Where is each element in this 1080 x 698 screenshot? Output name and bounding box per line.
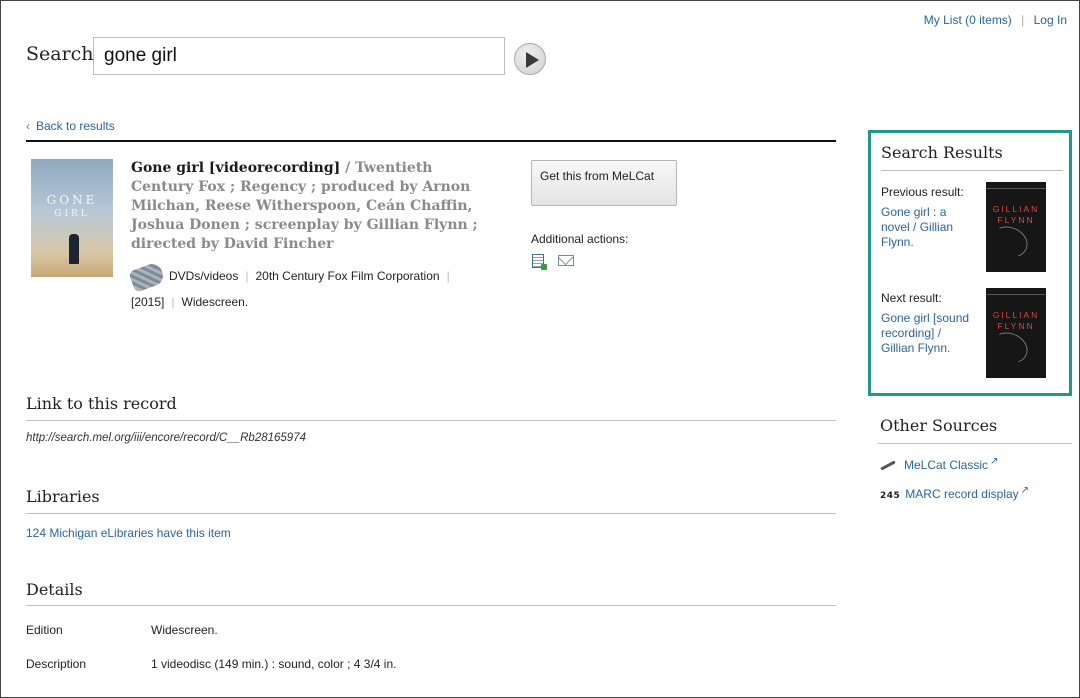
record-title[interactable]: Gone girl [videorecording]: [131, 160, 340, 176]
page: My List (0 items) | Log In Search ‹ Back …: [0, 0, 1080, 698]
next-result-label: Next result:: [881, 291, 942, 305]
link-section-heading: Link to this record: [26, 394, 177, 413]
section-divider: [26, 605, 836, 606]
external-link-icon: ↗: [1020, 485, 1030, 496]
previous-result-label: Previous result:: [881, 185, 964, 199]
additional-actions-icons: [532, 252, 574, 270]
detail-row: Description 1 videodisc (149 min.) : soun…: [26, 657, 396, 671]
libraries-section-heading: Libraries: [26, 487, 100, 506]
feather-icon: [880, 460, 896, 471]
record-title-block: Gone girl [videorecording] / Twentieth C…: [131, 159, 486, 254]
play-arrow-icon: [526, 52, 539, 68]
email-icon[interactable]: [557, 255, 574, 267]
book-author-text: FLYNN: [997, 215, 1035, 225]
main-divider: [26, 140, 836, 142]
search-go-button[interactable]: [514, 43, 546, 75]
section-divider: [878, 443, 1072, 444]
my-list-link[interactable]: My List (0 items): [924, 13, 1012, 27]
detail-row: Edition Widescreen.: [26, 623, 218, 637]
format-separator: |: [245, 269, 249, 283]
chevron-left-icon: ‹: [26, 119, 30, 133]
detail-value: 1 videodisc (149 min.) : sound, color ; …: [151, 657, 397, 671]
top-links-separator: |: [1021, 13, 1025, 27]
back-to-results-label: Back to results: [36, 119, 115, 133]
cover-title-text-2: GIRL: [54, 209, 90, 219]
cover-title-text: GONE: [46, 193, 98, 207]
cover-art: [986, 327, 1032, 369]
marc-record-label: MARC record display: [905, 487, 1019, 501]
record-date: [2015]: [131, 295, 165, 309]
format-separator: |: [171, 295, 175, 309]
search-input[interactable]: [93, 37, 505, 75]
cover-stripe: [986, 188, 1046, 189]
libraries-link[interactable]: 124 Michigan eLibraries have this item: [26, 526, 231, 540]
section-divider: [26, 420, 836, 421]
search-results-panel: Search Results Previous result: Gone gir…: [868, 130, 1072, 396]
record-permalink: http://search.mel.org/iii/encore/record/…: [26, 432, 306, 444]
search-label: Search: [26, 43, 94, 65]
melcat-classic-link[interactable]: MeLCat Classic ↗: [880, 456, 998, 472]
cover-art: [986, 221, 1032, 263]
search-results-title: Search Results: [881, 143, 1003, 162]
additional-actions-label: Additional actions:: [531, 232, 629, 246]
detail-value: Widescreen.: [151, 623, 218, 637]
detail-key: Edition: [26, 623, 63, 637]
detail-key: Description: [26, 657, 87, 671]
top-links: My List (0 items) | Log In: [924, 13, 1067, 27]
dvd-icon: [128, 261, 166, 293]
melcat-classic-label: MeLCat Classic: [904, 458, 989, 472]
other-sources-title: Other Sources: [880, 416, 998, 435]
log-in-link[interactable]: Log In: [1034, 13, 1067, 27]
details-section-heading: Details: [26, 580, 83, 599]
book-author-text: GILLIAN: [992, 204, 1040, 214]
format-separator: |: [446, 269, 450, 283]
add-to-list-icon[interactable]: [532, 253, 547, 270]
record-edition: Widescreen.: [181, 295, 249, 309]
book-author-text: GILLIAN: [992, 310, 1040, 320]
cover-image[interactable]: GONE GIRL: [31, 159, 113, 277]
section-divider: [26, 513, 836, 514]
section-divider: [881, 170, 1063, 171]
cover-stripe: [986, 294, 1046, 295]
marc-245-icon: 245: [880, 491, 901, 501]
external-link-icon: ↗: [990, 456, 999, 467]
back-to-results-link[interactable]: ‹ Back to results: [26, 119, 115, 133]
next-result-cover[interactable]: GILLIAN FLYNN: [986, 288, 1046, 378]
cover-figure: [69, 234, 79, 264]
next-result-link[interactable]: Gone girl [sound recording] / Gillian Fl…: [881, 311, 973, 356]
marc-record-link[interactable]: 245 MARC record display ↗: [880, 485, 1029, 501]
record-format: DVDs/videos: [169, 269, 239, 283]
record-format-row: DVDs/videos | 20th Century Fox Film Corpor…: [128, 261, 501, 315]
previous-result-cover[interactable]: GILLIAN FLYNN: [986, 182, 1046, 272]
previous-result-link[interactable]: Gone girl : a novel / Gillian Flynn.: [881, 205, 973, 250]
book-author-text: FLYNN: [997, 321, 1035, 331]
get-from-melcat-button[interactable]: Get this from MeLCat: [531, 160, 677, 206]
record-publisher: 20th Century Fox Film Corporation: [255, 269, 440, 283]
